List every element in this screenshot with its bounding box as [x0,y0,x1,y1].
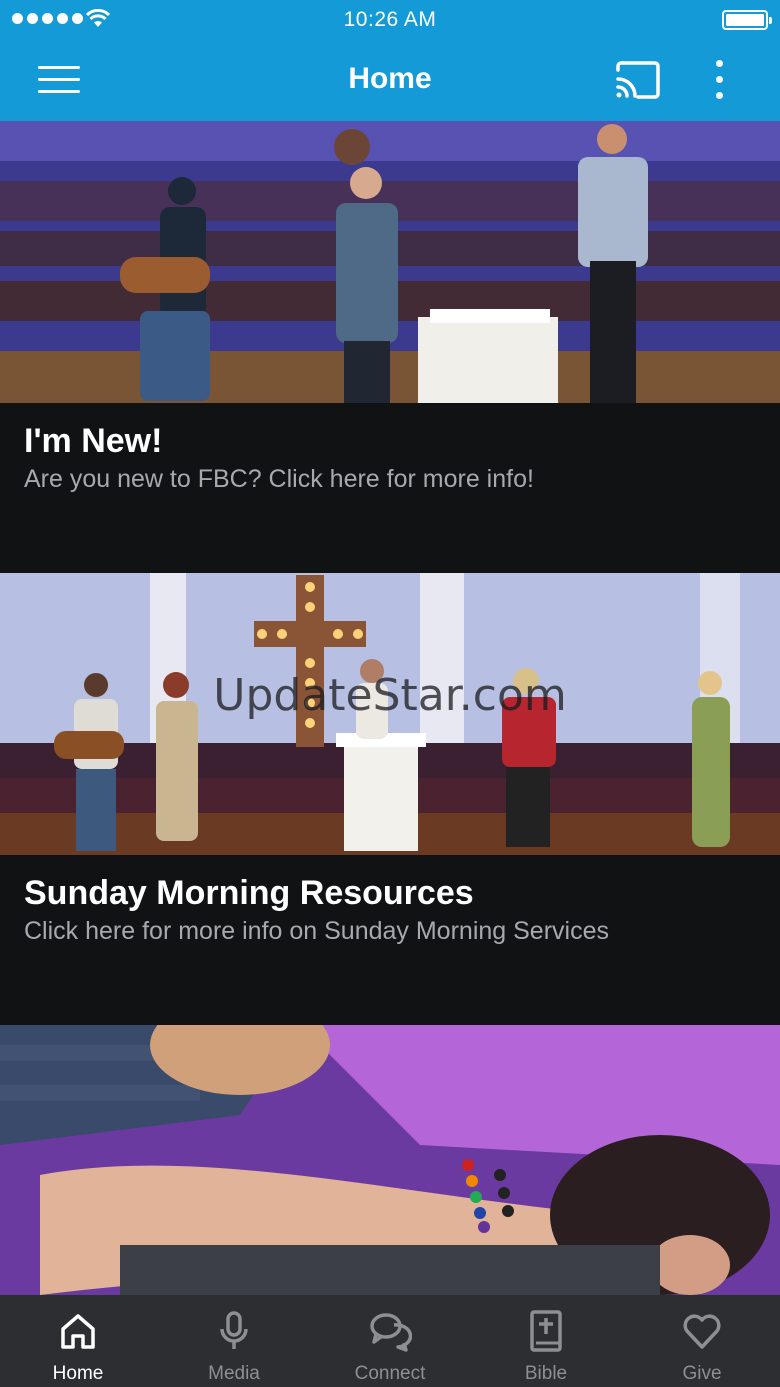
feed-card-im-new[interactable]: I'm New! Are you new to FBC? Click here … [0,121,780,573]
battery-icon [722,10,772,30]
app-screen: 10:26 AM Home I'm New! Are you new to FB… [0,0,780,1387]
feed-card-subtitle: Are you new to FBC? Click here for more … [24,465,534,493]
tab-connect[interactable]: Connect [312,1295,468,1387]
tab-label: Connect [354,1363,426,1384]
app-header: Home [0,40,780,121]
tab-bible[interactable]: Bible [468,1295,624,1387]
feed-card-prayer[interactable] [0,1025,780,1295]
more-vertical-icon[interactable] [704,58,736,102]
feed-card-subtitle: Click here for more info on Sunday Morni… [24,917,609,945]
tab-give[interactable]: Give [624,1295,780,1387]
tab-label: Give [682,1363,722,1384]
feed-card-sunday-morning[interactable]: Sunday Morning Resources Click here for … [0,573,780,1025]
cast-icon[interactable] [612,58,664,102]
stage-with-cross-photo [0,573,780,855]
feed-card-title: Sunday Morning Resources [24,874,474,912]
bottom-tab-bar: Home Media Connect Bible Give [0,1295,780,1387]
tab-label: Media [208,1363,260,1384]
feed-card-caption: Sunday Morning Resources Click here for … [0,855,780,1025]
tab-label: Home [52,1363,104,1384]
hamburger-menu-icon[interactable] [34,62,84,98]
tab-media[interactable]: Media [156,1295,312,1387]
heart-icon [683,1314,721,1349]
home-icon [61,1314,95,1349]
worship-band-stage-photo [0,121,780,403]
feed-card-caption: I'm New! Are you new to FBC? Click here … [0,403,780,573]
tab-label: Bible [524,1363,568,1384]
status-bar: 10:26 AM [0,0,780,40]
chat-bubbles-icon [370,1313,412,1352]
microphone-icon [220,1311,248,1349]
bible-icon [530,1310,562,1352]
tab-home[interactable]: Home [0,1295,156,1387]
feed-card-title: I'm New! [24,422,163,460]
status-time: 10:26 AM [343,8,437,31]
prayer-hand-on-shoulder-photo [0,1025,780,1295]
